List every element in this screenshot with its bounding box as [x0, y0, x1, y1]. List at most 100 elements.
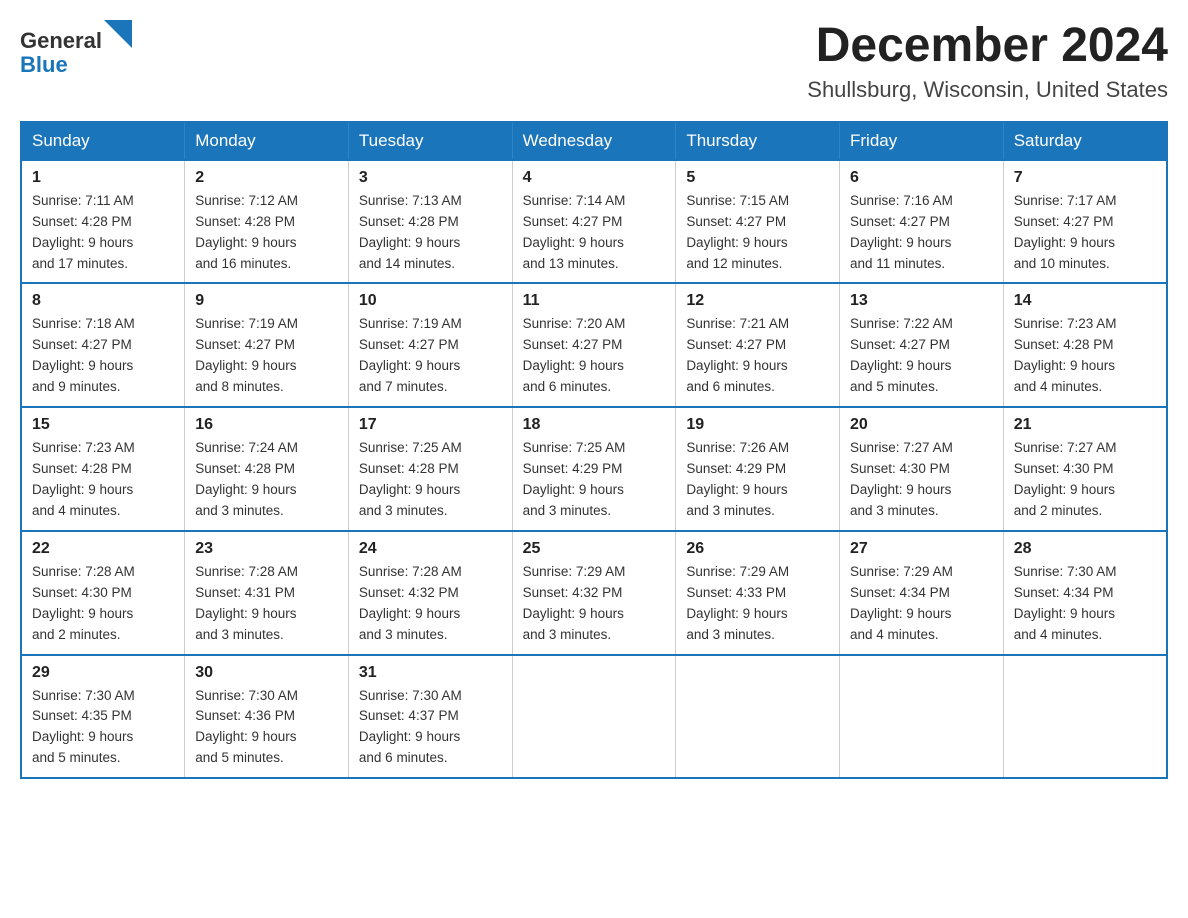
day-number: 9: [195, 292, 338, 310]
day-number: 23: [195, 540, 338, 558]
week-row-5: 29 Sunrise: 7:30 AM Sunset: 4:35 PM Dayl…: [21, 655, 1167, 779]
day-info: Sunrise: 7:13 AM Sunset: 4:28 PM Dayligh…: [359, 191, 502, 275]
day-number: 2: [195, 169, 338, 187]
day-info: Sunrise: 7:25 AM Sunset: 4:28 PM Dayligh…: [359, 438, 502, 522]
day-info: Sunrise: 7:30 AM Sunset: 4:37 PM Dayligh…: [359, 686, 502, 770]
calendar-cell: 9 Sunrise: 7:19 AM Sunset: 4:27 PM Dayli…: [185, 283, 349, 407]
header-monday: Monday: [185, 122, 349, 160]
calendar-cell: 14 Sunrise: 7:23 AM Sunset: 4:28 PM Dayl…: [1003, 283, 1167, 407]
day-info: Sunrise: 7:15 AM Sunset: 4:27 PM Dayligh…: [686, 191, 829, 275]
header-tuesday: Tuesday: [348, 122, 512, 160]
day-number: 16: [195, 416, 338, 434]
day-info: Sunrise: 7:19 AM Sunset: 4:27 PM Dayligh…: [195, 314, 338, 398]
day-info: Sunrise: 7:16 AM Sunset: 4:27 PM Dayligh…: [850, 191, 993, 275]
day-info: Sunrise: 7:26 AM Sunset: 4:29 PM Dayligh…: [686, 438, 829, 522]
day-info: Sunrise: 7:22 AM Sunset: 4:27 PM Dayligh…: [850, 314, 993, 398]
header-wednesday: Wednesday: [512, 122, 676, 160]
day-number: 20: [850, 416, 993, 434]
day-number: 27: [850, 540, 993, 558]
logo-text: General Blue: [20, 20, 132, 77]
day-info: Sunrise: 7:28 AM Sunset: 4:31 PM Dayligh…: [195, 562, 338, 646]
calendar-cell: [840, 655, 1004, 779]
day-info: Sunrise: 7:18 AM Sunset: 4:27 PM Dayligh…: [32, 314, 174, 398]
day-number: 12: [686, 292, 829, 310]
calendar-cell: 23 Sunrise: 7:28 AM Sunset: 4:31 PM Dayl…: [185, 531, 349, 655]
day-info: Sunrise: 7:17 AM Sunset: 4:27 PM Dayligh…: [1014, 191, 1156, 275]
day-number: 17: [359, 416, 502, 434]
day-number: 19: [686, 416, 829, 434]
day-info: Sunrise: 7:23 AM Sunset: 4:28 PM Dayligh…: [32, 438, 174, 522]
day-number: 8: [32, 292, 174, 310]
day-info: Sunrise: 7:20 AM Sunset: 4:27 PM Dayligh…: [523, 314, 666, 398]
day-info: Sunrise: 7:24 AM Sunset: 4:28 PM Dayligh…: [195, 438, 338, 522]
calendar-cell: 10 Sunrise: 7:19 AM Sunset: 4:27 PM Dayl…: [348, 283, 512, 407]
day-info: Sunrise: 7:21 AM Sunset: 4:27 PM Dayligh…: [686, 314, 829, 398]
calendar-cell: 7 Sunrise: 7:17 AM Sunset: 4:27 PM Dayli…: [1003, 160, 1167, 284]
calendar-cell: 12 Sunrise: 7:21 AM Sunset: 4:27 PM Dayl…: [676, 283, 840, 407]
calendar-cell: 16 Sunrise: 7:24 AM Sunset: 4:28 PM Dayl…: [185, 407, 349, 531]
calendar-cell: 24 Sunrise: 7:28 AM Sunset: 4:32 PM Dayl…: [348, 531, 512, 655]
day-info: Sunrise: 7:29 AM Sunset: 4:32 PM Dayligh…: [523, 562, 666, 646]
day-number: 28: [1014, 540, 1156, 558]
calendar-cell: 5 Sunrise: 7:15 AM Sunset: 4:27 PM Dayli…: [676, 160, 840, 284]
logo-general: General: [20, 28, 102, 53]
title-block: December 2024 Shullsburg, Wisconsin, Uni…: [807, 20, 1168, 103]
day-info: Sunrise: 7:27 AM Sunset: 4:30 PM Dayligh…: [850, 438, 993, 522]
calendar-header-row: SundayMondayTuesdayWednesdayThursdayFrid…: [21, 122, 1167, 160]
calendar-cell: 11 Sunrise: 7:20 AM Sunset: 4:27 PM Dayl…: [512, 283, 676, 407]
day-number: 24: [359, 540, 502, 558]
calendar-cell: 8 Sunrise: 7:18 AM Sunset: 4:27 PM Dayli…: [21, 283, 185, 407]
calendar-cell: [676, 655, 840, 779]
week-row-1: 1 Sunrise: 7:11 AM Sunset: 4:28 PM Dayli…: [21, 160, 1167, 284]
day-info: Sunrise: 7:11 AM Sunset: 4:28 PM Dayligh…: [32, 191, 174, 275]
calendar-cell: 17 Sunrise: 7:25 AM Sunset: 4:28 PM Dayl…: [348, 407, 512, 531]
header-thursday: Thursday: [676, 122, 840, 160]
day-number: 22: [32, 540, 174, 558]
day-number: 21: [1014, 416, 1156, 434]
header-saturday: Saturday: [1003, 122, 1167, 160]
calendar-cell: 25 Sunrise: 7:29 AM Sunset: 4:32 PM Dayl…: [512, 531, 676, 655]
day-number: 25: [523, 540, 666, 558]
day-info: Sunrise: 7:29 AM Sunset: 4:33 PM Dayligh…: [686, 562, 829, 646]
day-number: 4: [523, 169, 666, 187]
calendar-cell: 2 Sunrise: 7:12 AM Sunset: 4:28 PM Dayli…: [185, 160, 349, 284]
calendar-cell: [1003, 655, 1167, 779]
calendar-cell: 15 Sunrise: 7:23 AM Sunset: 4:28 PM Dayl…: [21, 407, 185, 531]
day-number: 26: [686, 540, 829, 558]
header-friday: Friday: [840, 122, 1004, 160]
calendar-cell: [512, 655, 676, 779]
week-row-2: 8 Sunrise: 7:18 AM Sunset: 4:27 PM Dayli…: [21, 283, 1167, 407]
calendar-cell: 21 Sunrise: 7:27 AM Sunset: 4:30 PM Dayl…: [1003, 407, 1167, 531]
day-info: Sunrise: 7:27 AM Sunset: 4:30 PM Dayligh…: [1014, 438, 1156, 522]
day-number: 6: [850, 169, 993, 187]
calendar-cell: 1 Sunrise: 7:11 AM Sunset: 4:28 PM Dayli…: [21, 160, 185, 284]
day-number: 7: [1014, 169, 1156, 187]
day-info: Sunrise: 7:12 AM Sunset: 4:28 PM Dayligh…: [195, 191, 338, 275]
day-number: 14: [1014, 292, 1156, 310]
location-title: Shullsburg, Wisconsin, United States: [807, 77, 1168, 103]
day-info: Sunrise: 7:14 AM Sunset: 4:27 PM Dayligh…: [523, 191, 666, 275]
calendar-cell: 26 Sunrise: 7:29 AM Sunset: 4:33 PM Dayl…: [676, 531, 840, 655]
calendar-cell: 30 Sunrise: 7:30 AM Sunset: 4:36 PM Dayl…: [185, 655, 349, 779]
calendar-cell: 13 Sunrise: 7:22 AM Sunset: 4:27 PM Dayl…: [840, 283, 1004, 407]
calendar-cell: 22 Sunrise: 7:28 AM Sunset: 4:30 PM Dayl…: [21, 531, 185, 655]
calendar-table: SundayMondayTuesdayWednesdayThursdayFrid…: [20, 121, 1168, 779]
week-row-3: 15 Sunrise: 7:23 AM Sunset: 4:28 PM Dayl…: [21, 407, 1167, 531]
day-info: Sunrise: 7:29 AM Sunset: 4:34 PM Dayligh…: [850, 562, 993, 646]
day-number: 29: [32, 664, 174, 682]
day-number: 3: [359, 169, 502, 187]
calendar-cell: 19 Sunrise: 7:26 AM Sunset: 4:29 PM Dayl…: [676, 407, 840, 531]
calendar-cell: 29 Sunrise: 7:30 AM Sunset: 4:35 PM Dayl…: [21, 655, 185, 779]
day-number: 30: [195, 664, 338, 682]
calendar-cell: 27 Sunrise: 7:29 AM Sunset: 4:34 PM Dayl…: [840, 531, 1004, 655]
calendar-cell: 28 Sunrise: 7:30 AM Sunset: 4:34 PM Dayl…: [1003, 531, 1167, 655]
day-number: 18: [523, 416, 666, 434]
day-number: 13: [850, 292, 993, 310]
day-number: 5: [686, 169, 829, 187]
day-info: Sunrise: 7:23 AM Sunset: 4:28 PM Dayligh…: [1014, 314, 1156, 398]
calendar-cell: 20 Sunrise: 7:27 AM Sunset: 4:30 PM Dayl…: [840, 407, 1004, 531]
calendar-cell: 6 Sunrise: 7:16 AM Sunset: 4:27 PM Dayli…: [840, 160, 1004, 284]
day-info: Sunrise: 7:30 AM Sunset: 4:35 PM Dayligh…: [32, 686, 174, 770]
day-info: Sunrise: 7:30 AM Sunset: 4:36 PM Dayligh…: [195, 686, 338, 770]
logo: General Blue: [20, 20, 132, 77]
